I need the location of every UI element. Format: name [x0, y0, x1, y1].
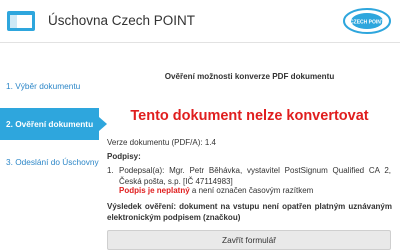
page-subtitle: Ověření možnosti konverze PDF dokumentu [164, 72, 335, 81]
sidebar-item-label: 2. Ověření dokumentu [6, 119, 94, 129]
app-title: Úschovna Czech POINT [48, 13, 196, 28]
signatures-heading: Podpisy: [107, 152, 141, 161]
sidebar-item-label: 1. Výběr dokumentu [6, 81, 81, 91]
signature-status: Podpis je neplatný a není označen časový… [119, 186, 313, 195]
window-icon [7, 11, 35, 31]
error-title: Tento dokument nelze konvertovat [130, 108, 369, 124]
czech-point-logo: CZECH POINT [343, 8, 391, 34]
verification-result: Výsledek ověření: dokument na vstupu nen… [107, 202, 392, 222]
close-form-button[interactable]: Zavřít formulář [107, 230, 391, 250]
document-version: Verze dokumentu (PDF/A): 1.4 [107, 138, 216, 147]
signature-number: 1. [107, 166, 114, 175]
signature-status-rest: a není označen časovým razítkem [189, 186, 314, 195]
signature-text: Podepsal(a): Mgr. Petr Běhávka, vystavit… [119, 166, 391, 186]
title-bar: Úschovna Czech POINT CZECH POINT [0, 0, 400, 43]
sidebar-item-odeslani-do-uschovny[interactable]: 3. Odeslání do Úschovny [0, 146, 99, 178]
sidebar-item-label: 3. Odeslání do Úschovny [6, 157, 99, 167]
sidebar-item-vyber-dokumentu[interactable]: 1. Výběr dokumentu [0, 70, 99, 102]
sidebar: 1. Výběr dokumentu 2. Ověření dokumentu … [0, 70, 107, 178]
signature-invalid-label: Podpis je neplatný [119, 186, 190, 195]
logo-text: CZECH POINT [350, 20, 384, 26]
sidebar-item-overeni-dokumentu[interactable]: 2. Ověření dokumentu [0, 108, 107, 140]
